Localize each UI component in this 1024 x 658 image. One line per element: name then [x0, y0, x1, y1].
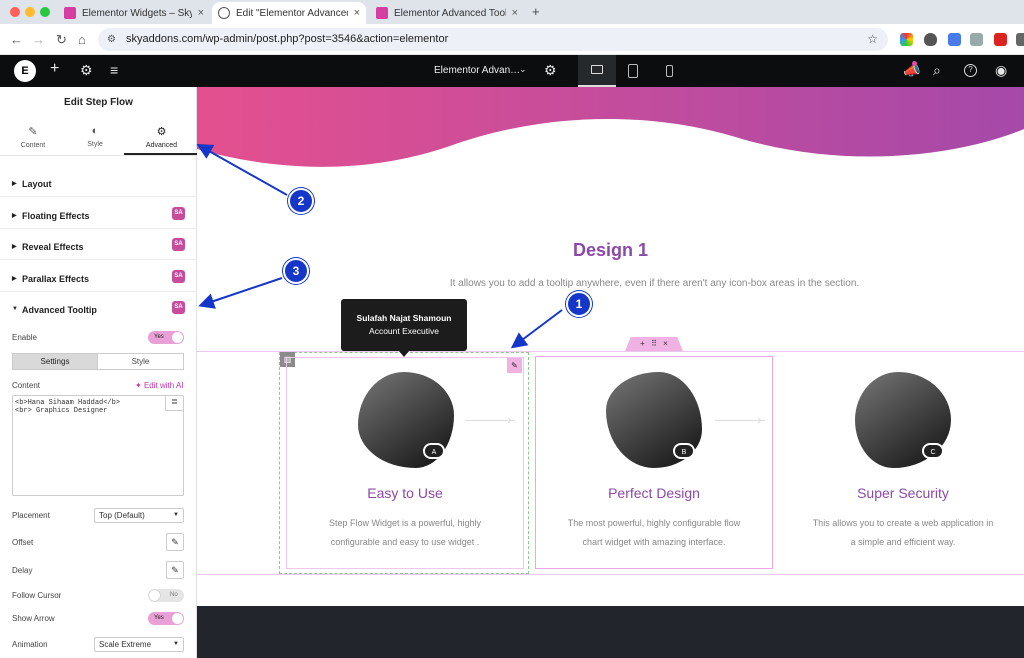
callout-badge: 1: [566, 291, 592, 317]
annotation-arrows: [196, 144, 563, 349]
callout-badge: 3: [283, 258, 309, 284]
callout-badge: 2: [288, 188, 314, 214]
